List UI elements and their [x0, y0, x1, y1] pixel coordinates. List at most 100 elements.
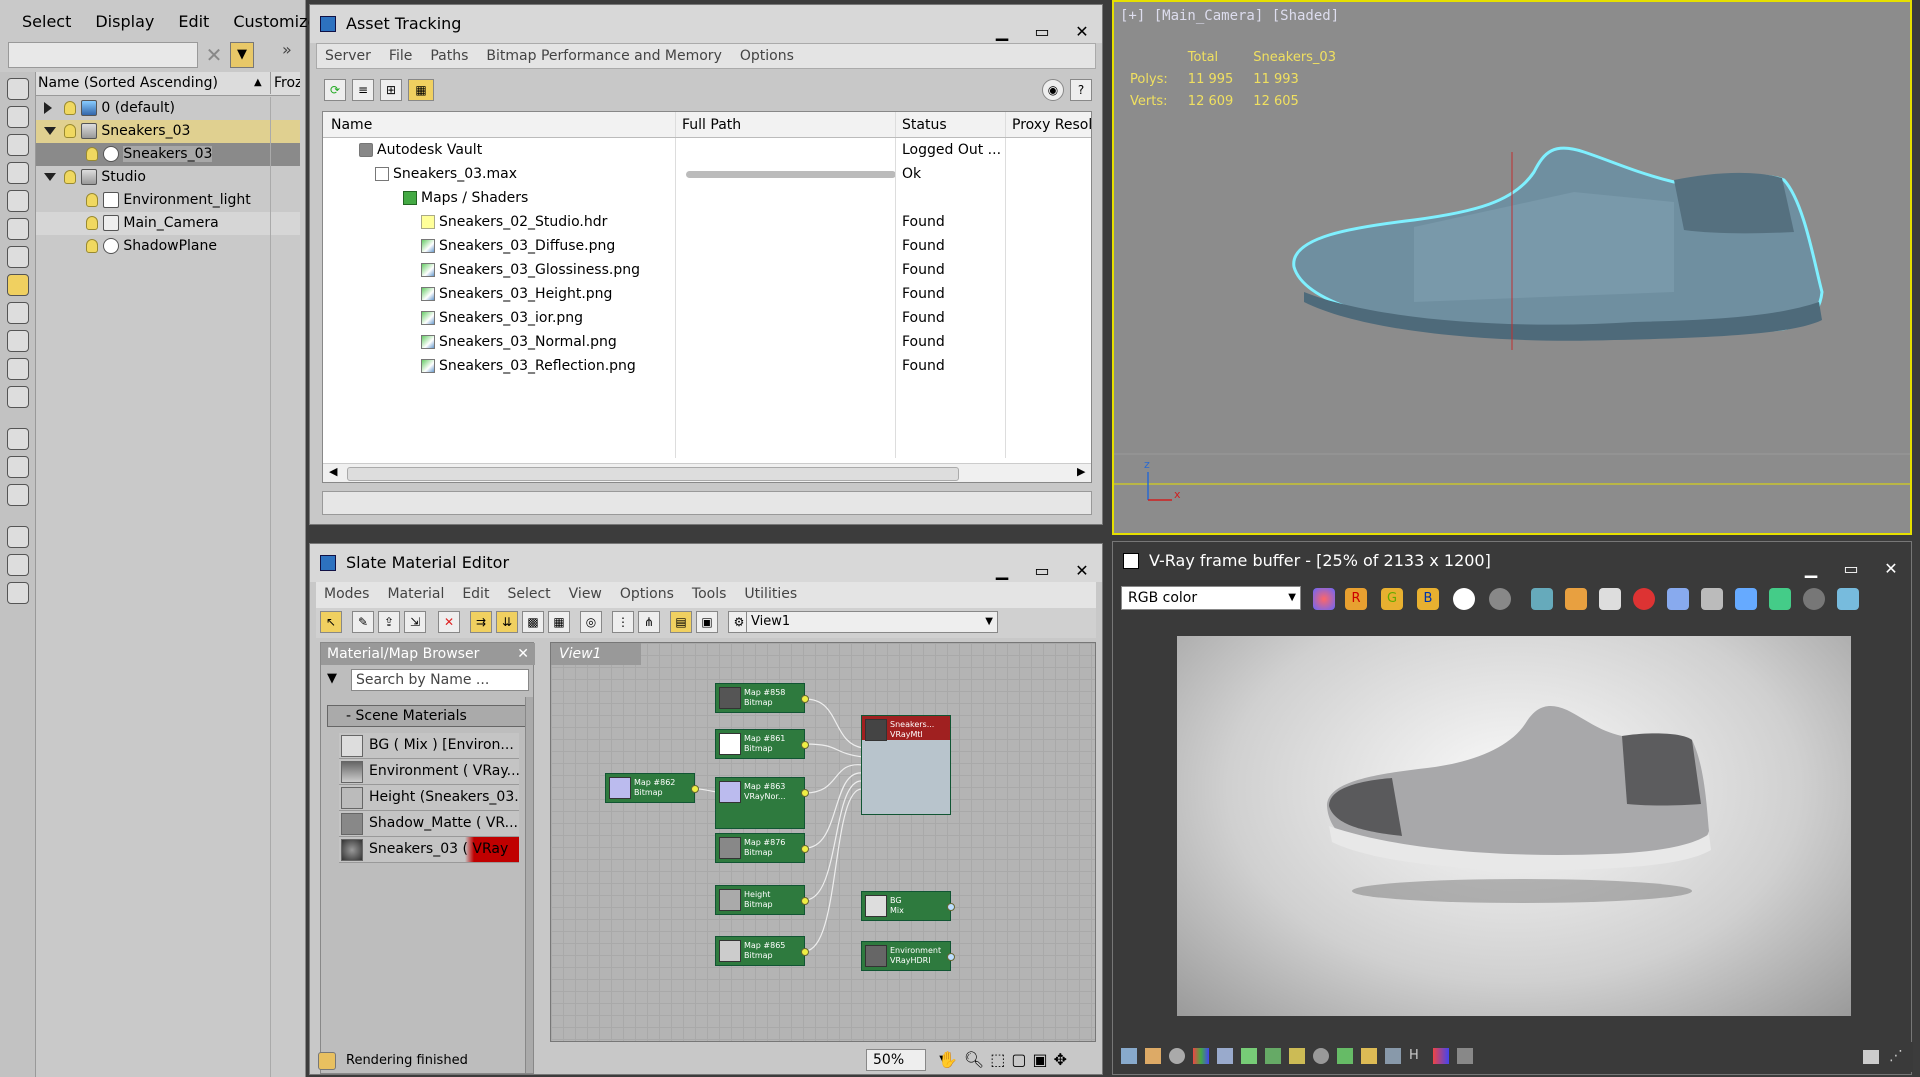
frozen-cell[interactable]	[270, 120, 300, 143]
name-column-header[interactable]: Name (Sorted Ascending)	[38, 75, 218, 91]
tree-item-sneakers-object[interactable]: Sneakers_03	[36, 143, 300, 166]
menu-paths[interactable]: Paths	[430, 44, 468, 68]
display-none-icon[interactable]	[7, 78, 29, 100]
display-groups-icon[interactable]	[7, 274, 29, 296]
node-environment-vrayhdri[interactable]: Environment VRayHDRI	[861, 941, 955, 971]
folder-icon[interactable]	[1361, 1048, 1377, 1064]
asset-path-field[interactable]	[322, 491, 1092, 515]
find-icon[interactable]	[7, 554, 29, 576]
frozen-cell[interactable]	[270, 212, 300, 235]
menu-server[interactable]: Server	[325, 44, 371, 68]
delete-icon[interactable]: ✕	[438, 611, 460, 633]
material-id-icon[interactable]: ◎	[580, 611, 602, 633]
menu-options[interactable]: Options	[620, 582, 674, 608]
zoom-region-icon[interactable]: ⬚	[990, 1050, 1005, 1069]
compare-icon[interactable]	[1433, 1048, 1449, 1064]
filter-icon[interactable]: ▼	[230, 42, 254, 68]
lightbulb-icon[interactable]	[86, 239, 99, 253]
menu-view[interactable]: View	[569, 582, 602, 608]
assign-material-icon[interactable]: ⇲	[404, 611, 426, 633]
scroll-right-icon[interactable]: ▶	[1077, 465, 1085, 478]
menu-select[interactable]: Select	[507, 582, 550, 608]
close-icon[interactable]: ✕	[517, 643, 529, 665]
stop-icon[interactable]	[1633, 588, 1655, 610]
material-item[interactable]: Environment ( VRay...	[339, 759, 519, 785]
display-shapes-icon[interactable]	[7, 134, 29, 156]
browser-options-icon[interactable]: ▼	[327, 671, 337, 686]
node-map-862[interactable]: Map #862 Bitmap	[605, 773, 699, 803]
stop-render-icon[interactable]	[1803, 588, 1825, 610]
zoom-extents-icon[interactable]: ▢	[1011, 1050, 1026, 1069]
node-view[interactable]: View1 Map #858 Bitmap Map #861 Bitmap Map …	[550, 642, 1096, 1042]
view-select-dropdown[interactable]: View1 ▼	[746, 611, 998, 633]
toggle-browser-icon[interactable]: ▤	[670, 611, 692, 633]
tree-item-sneakers-layer[interactable]: Sneakers_03	[36, 120, 300, 143]
menu-select[interactable]: Select	[22, 12, 71, 31]
node-sneakers-vraymtl[interactable]: Sneakers... VRayMtl	[861, 715, 951, 815]
table-row[interactable]: Sneakers_02_Studio.hdr Found	[323, 210, 1091, 234]
node-map-865[interactable]: Map #865 Bitmap	[715, 936, 809, 966]
table-row[interactable]: Sneakers_03_Diffuse.png Found	[323, 234, 1091, 258]
frozen-cell[interactable]	[270, 143, 300, 166]
clear-image-icon[interactable]	[1599, 588, 1621, 610]
node-map-858[interactable]: Map #858 Bitmap	[715, 683, 809, 713]
frozen-cell[interactable]	[270, 235, 300, 258]
hsl-icon[interactable]	[1337, 1048, 1353, 1064]
frozen-cell[interactable]	[270, 97, 300, 120]
table-row[interactable]: Sneakers_03_Glossiness.png Found	[323, 258, 1091, 282]
menu-display[interactable]: Display	[95, 12, 154, 31]
vfb-titlebar[interactable]: V-Ray frame buffer - [25% of 2133 x 1200…	[1113, 542, 1911, 580]
show-background-icon[interactable]: ▦	[548, 611, 570, 633]
material-item[interactable]: Sneakers_03 ( VRay	[339, 837, 519, 863]
lightbulb-icon[interactable]	[64, 101, 77, 115]
node-output-socket[interactable]	[801, 695, 809, 703]
exposure-icon[interactable]	[1289, 1048, 1305, 1064]
show-map-icon[interactable]: ▩	[522, 611, 544, 633]
h-icon[interactable]: H	[1409, 1048, 1425, 1064]
panel-toggle-icon[interactable]	[1863, 1050, 1879, 1064]
collapse-arrow-icon[interactable]	[44, 173, 56, 181]
viewport-main-camera[interactable]: [+] [Main_Camera] [Shaded] Total Sneakers…	[1112, 0, 1912, 535]
render-icon[interactable]	[1837, 588, 1859, 610]
zoom-icon[interactable]: 🔍︎	[964, 1050, 984, 1069]
chevron-down-icon[interactable]: ▼	[985, 612, 993, 632]
node-output-socket[interactable]	[947, 953, 955, 961]
levels-icon[interactable]	[1217, 1048, 1233, 1064]
render-region-icon[interactable]	[1735, 588, 1757, 610]
minimize-icon[interactable]: ▁	[1801, 550, 1821, 588]
select-tool-icon[interactable]: ↖	[320, 611, 342, 633]
lightbulb-icon[interactable]	[86, 147, 99, 161]
zoom-dropdown[interactable]: 50% ▼	[866, 1049, 947, 1071]
resize-grip-icon[interactable]: ⋰	[1889, 1048, 1903, 1064]
node-output-socket[interactable]	[801, 948, 809, 956]
menu-edit[interactable]: Edit	[462, 582, 489, 608]
node-output-socket[interactable]	[801, 789, 809, 797]
lightbulb-icon[interactable]	[86, 216, 99, 230]
material-item[interactable]: Height (Sneakers_03...	[339, 785, 519, 811]
table-row[interactable]: Sneakers_03_Height.png Found	[323, 282, 1091, 306]
node-output-socket[interactable]	[691, 785, 699, 793]
tree-item-shadowplane[interactable]: ShadowPlane	[36, 235, 300, 258]
menu-tools[interactable]: Tools	[692, 582, 727, 608]
list-view-icon[interactable]: ≡	[352, 79, 374, 101]
scene-explorer-header[interactable]: Name (Sorted Ascending) ▲ Froz	[36, 72, 300, 96]
chevron-down-icon[interactable]: ▼	[1288, 587, 1296, 609]
column-full-path[interactable]: Full Path	[675, 112, 905, 137]
node-bg-mix[interactable]: BG Mix	[861, 891, 955, 921]
help-icon[interactable]: ?	[1070, 79, 1092, 101]
load-image-icon[interactable]	[1565, 588, 1587, 610]
asset-tracking-titlebar[interactable]: Asset Tracking ▁ ▭ ✕	[310, 5, 1102, 43]
select-none-icon[interactable]	[7, 456, 29, 478]
horizontal-scrollbar[interactable]: ◀ ▶	[323, 463, 1091, 482]
table-row[interactable]: Maps / Shaders	[323, 186, 1091, 210]
layout-vertical-icon[interactable]: ⋮	[612, 611, 634, 633]
tree-view-icon[interactable]: ⊞	[380, 79, 402, 101]
table-row[interactable]: Autodesk Vault Logged Out ...	[323, 138, 1091, 162]
menu-material[interactable]: Material	[387, 582, 444, 608]
info-icon[interactable]	[1169, 1048, 1185, 1064]
column-name[interactable]: Name	[331, 112, 681, 138]
red-channel-icon[interactable]: R	[1345, 588, 1367, 610]
expand-arrow-icon[interactable]	[44, 102, 52, 114]
menu-edit[interactable]: Edit	[178, 12, 209, 31]
browser-title[interactable]: Material/Map Browser ✕	[321, 643, 535, 665]
